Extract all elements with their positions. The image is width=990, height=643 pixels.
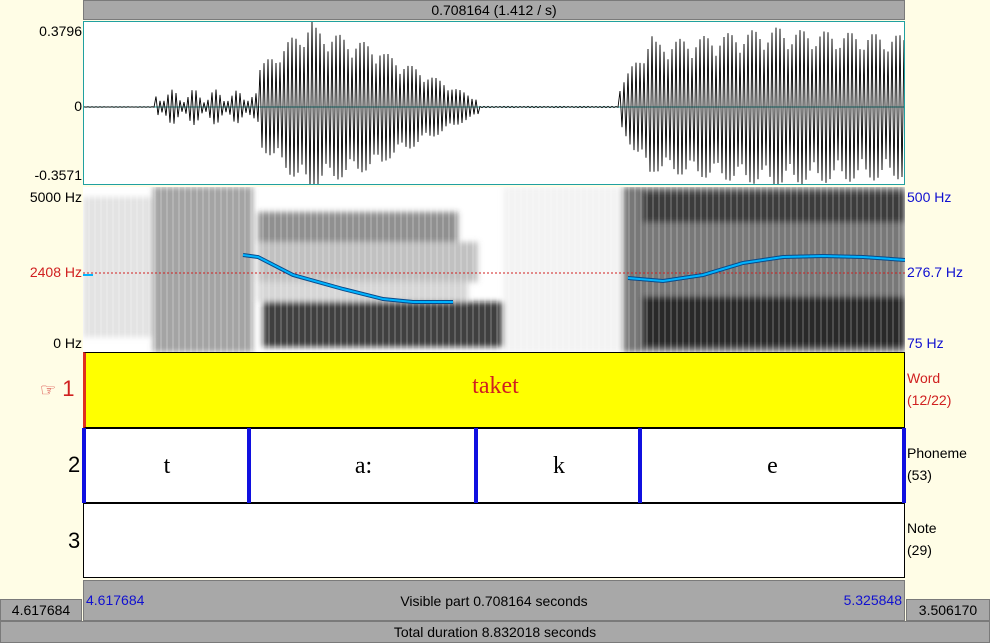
spectrogram-panel[interactable] bbox=[83, 187, 905, 352]
waveform-zero-label: 0 bbox=[74, 98, 82, 114]
left-outside-bar[interactable]: 4.617684 bbox=[0, 599, 82, 621]
visible-part-text: Visible part 0.708164 seconds bbox=[400, 592, 588, 609]
waveform-plot bbox=[84, 22, 904, 184]
visible-start-time: 4.617684 bbox=[86, 592, 145, 608]
phoneme-boundary[interactable] bbox=[474, 428, 478, 503]
tier-1-selector[interactable]: ☞ 1 bbox=[40, 376, 75, 402]
visible-part-bar[interactable]: 4.617684 Visible part 0.708164 seconds 5… bbox=[83, 580, 905, 621]
tier-1-name: Word bbox=[907, 370, 941, 386]
phoneme-boundary[interactable] bbox=[902, 428, 906, 503]
interval-phoneme-e[interactable]: e bbox=[641, 453, 904, 480]
interval-phoneme-t[interactable]: t bbox=[84, 453, 250, 480]
phoneme-boundary[interactable] bbox=[638, 428, 642, 503]
tier-3-name: Note bbox=[907, 520, 937, 536]
spectrogram-cursor-freq-label: 2408 Hz bbox=[29, 264, 82, 280]
waveform-panel[interactable] bbox=[83, 21, 905, 185]
left-outside-time: 4.617684 bbox=[11, 602, 71, 618]
tier-2-count: (53) bbox=[907, 467, 932, 483]
waveform-min-label: -0.3571 bbox=[34, 167, 82, 183]
tier-3-count: (29) bbox=[907, 542, 932, 558]
visible-end-time: 5.325848 bbox=[843, 592, 902, 608]
interval-phoneme-k[interactable]: k bbox=[477, 453, 641, 480]
phoneme-boundary[interactable] bbox=[82, 428, 86, 503]
tier-1-count: (12/22) bbox=[907, 392, 952, 408]
pitch-top-label: 500 Hz bbox=[907, 189, 952, 205]
pitch-bottom-label: 75 Hz bbox=[907, 335, 944, 351]
spectrogram-top-freq-label: 5000 Hz bbox=[29, 189, 82, 205]
right-outside-bar[interactable]: 3.506170 bbox=[906, 599, 990, 621]
tier-3-number[interactable]: 3 bbox=[68, 528, 80, 554]
phoneme-boundary[interactable] bbox=[247, 428, 251, 503]
waveform-max-label: 0.3796 bbox=[39, 23, 82, 39]
pitch-cursor-label: 276.7 Hz bbox=[907, 264, 964, 280]
selection-duration-text: 0.708164 (1.412 / s) bbox=[431, 2, 557, 18]
tier-1-number: 1 bbox=[62, 376, 75, 401]
spectrogram-plot bbox=[83, 187, 905, 352]
waveform-signal bbox=[84, 22, 904, 184]
total-duration-text: Total duration 8.832018 seconds bbox=[393, 624, 597, 640]
spectrogram-bottom-freq-label: 0 Hz bbox=[53, 335, 82, 351]
tier-note[interactable] bbox=[83, 503, 905, 578]
tier-word[interactable]: taket bbox=[83, 352, 905, 428]
pointing-hand-icon: ☞ bbox=[40, 380, 57, 400]
tier-2-number[interactable]: 2 bbox=[68, 452, 80, 478]
tier-2-name: Phoneme bbox=[907, 445, 967, 461]
selection-duration-bar[interactable]: 0.708164 (1.412 / s) bbox=[83, 0, 905, 20]
right-outside-time: 3.506170 bbox=[918, 602, 978, 618]
tier-phoneme[interactable]: t a: k e bbox=[83, 428, 905, 503]
interval-phoneme-a[interactable]: a: bbox=[250, 453, 477, 480]
interval-word-taket[interactable]: taket bbox=[86, 373, 905, 400]
total-duration-bar[interactable]: Total duration 8.832018 seconds bbox=[0, 621, 990, 643]
